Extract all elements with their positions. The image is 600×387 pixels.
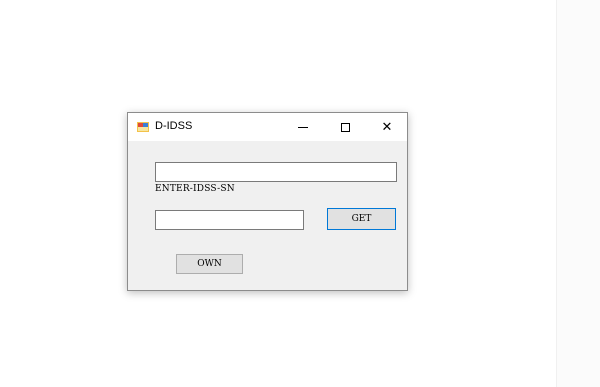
app-icon — [137, 122, 149, 132]
minimize-icon — [298, 126, 308, 128]
app-window: D-IDSS ✕ ENTER-IDSS-SN GET OWN — [127, 112, 408, 291]
own-button[interactable]: OWN — [176, 254, 243, 274]
result-input[interactable] — [155, 210, 304, 230]
maximize-button[interactable] — [325, 113, 365, 141]
close-button[interactable]: ✕ — [367, 113, 407, 141]
get-button[interactable]: GET — [327, 208, 396, 230]
window-title: D-IDSS — [155, 120, 193, 132]
close-icon: ✕ — [381, 119, 393, 134]
serial-input[interactable] — [155, 162, 397, 182]
maximize-icon — [340, 122, 350, 132]
title-bar: D-IDSS ✕ — [128, 113, 407, 141]
minimize-button[interactable] — [283, 113, 323, 141]
background-panel — [556, 0, 600, 387]
serial-label: ENTER-IDSS-SN — [155, 184, 235, 194]
